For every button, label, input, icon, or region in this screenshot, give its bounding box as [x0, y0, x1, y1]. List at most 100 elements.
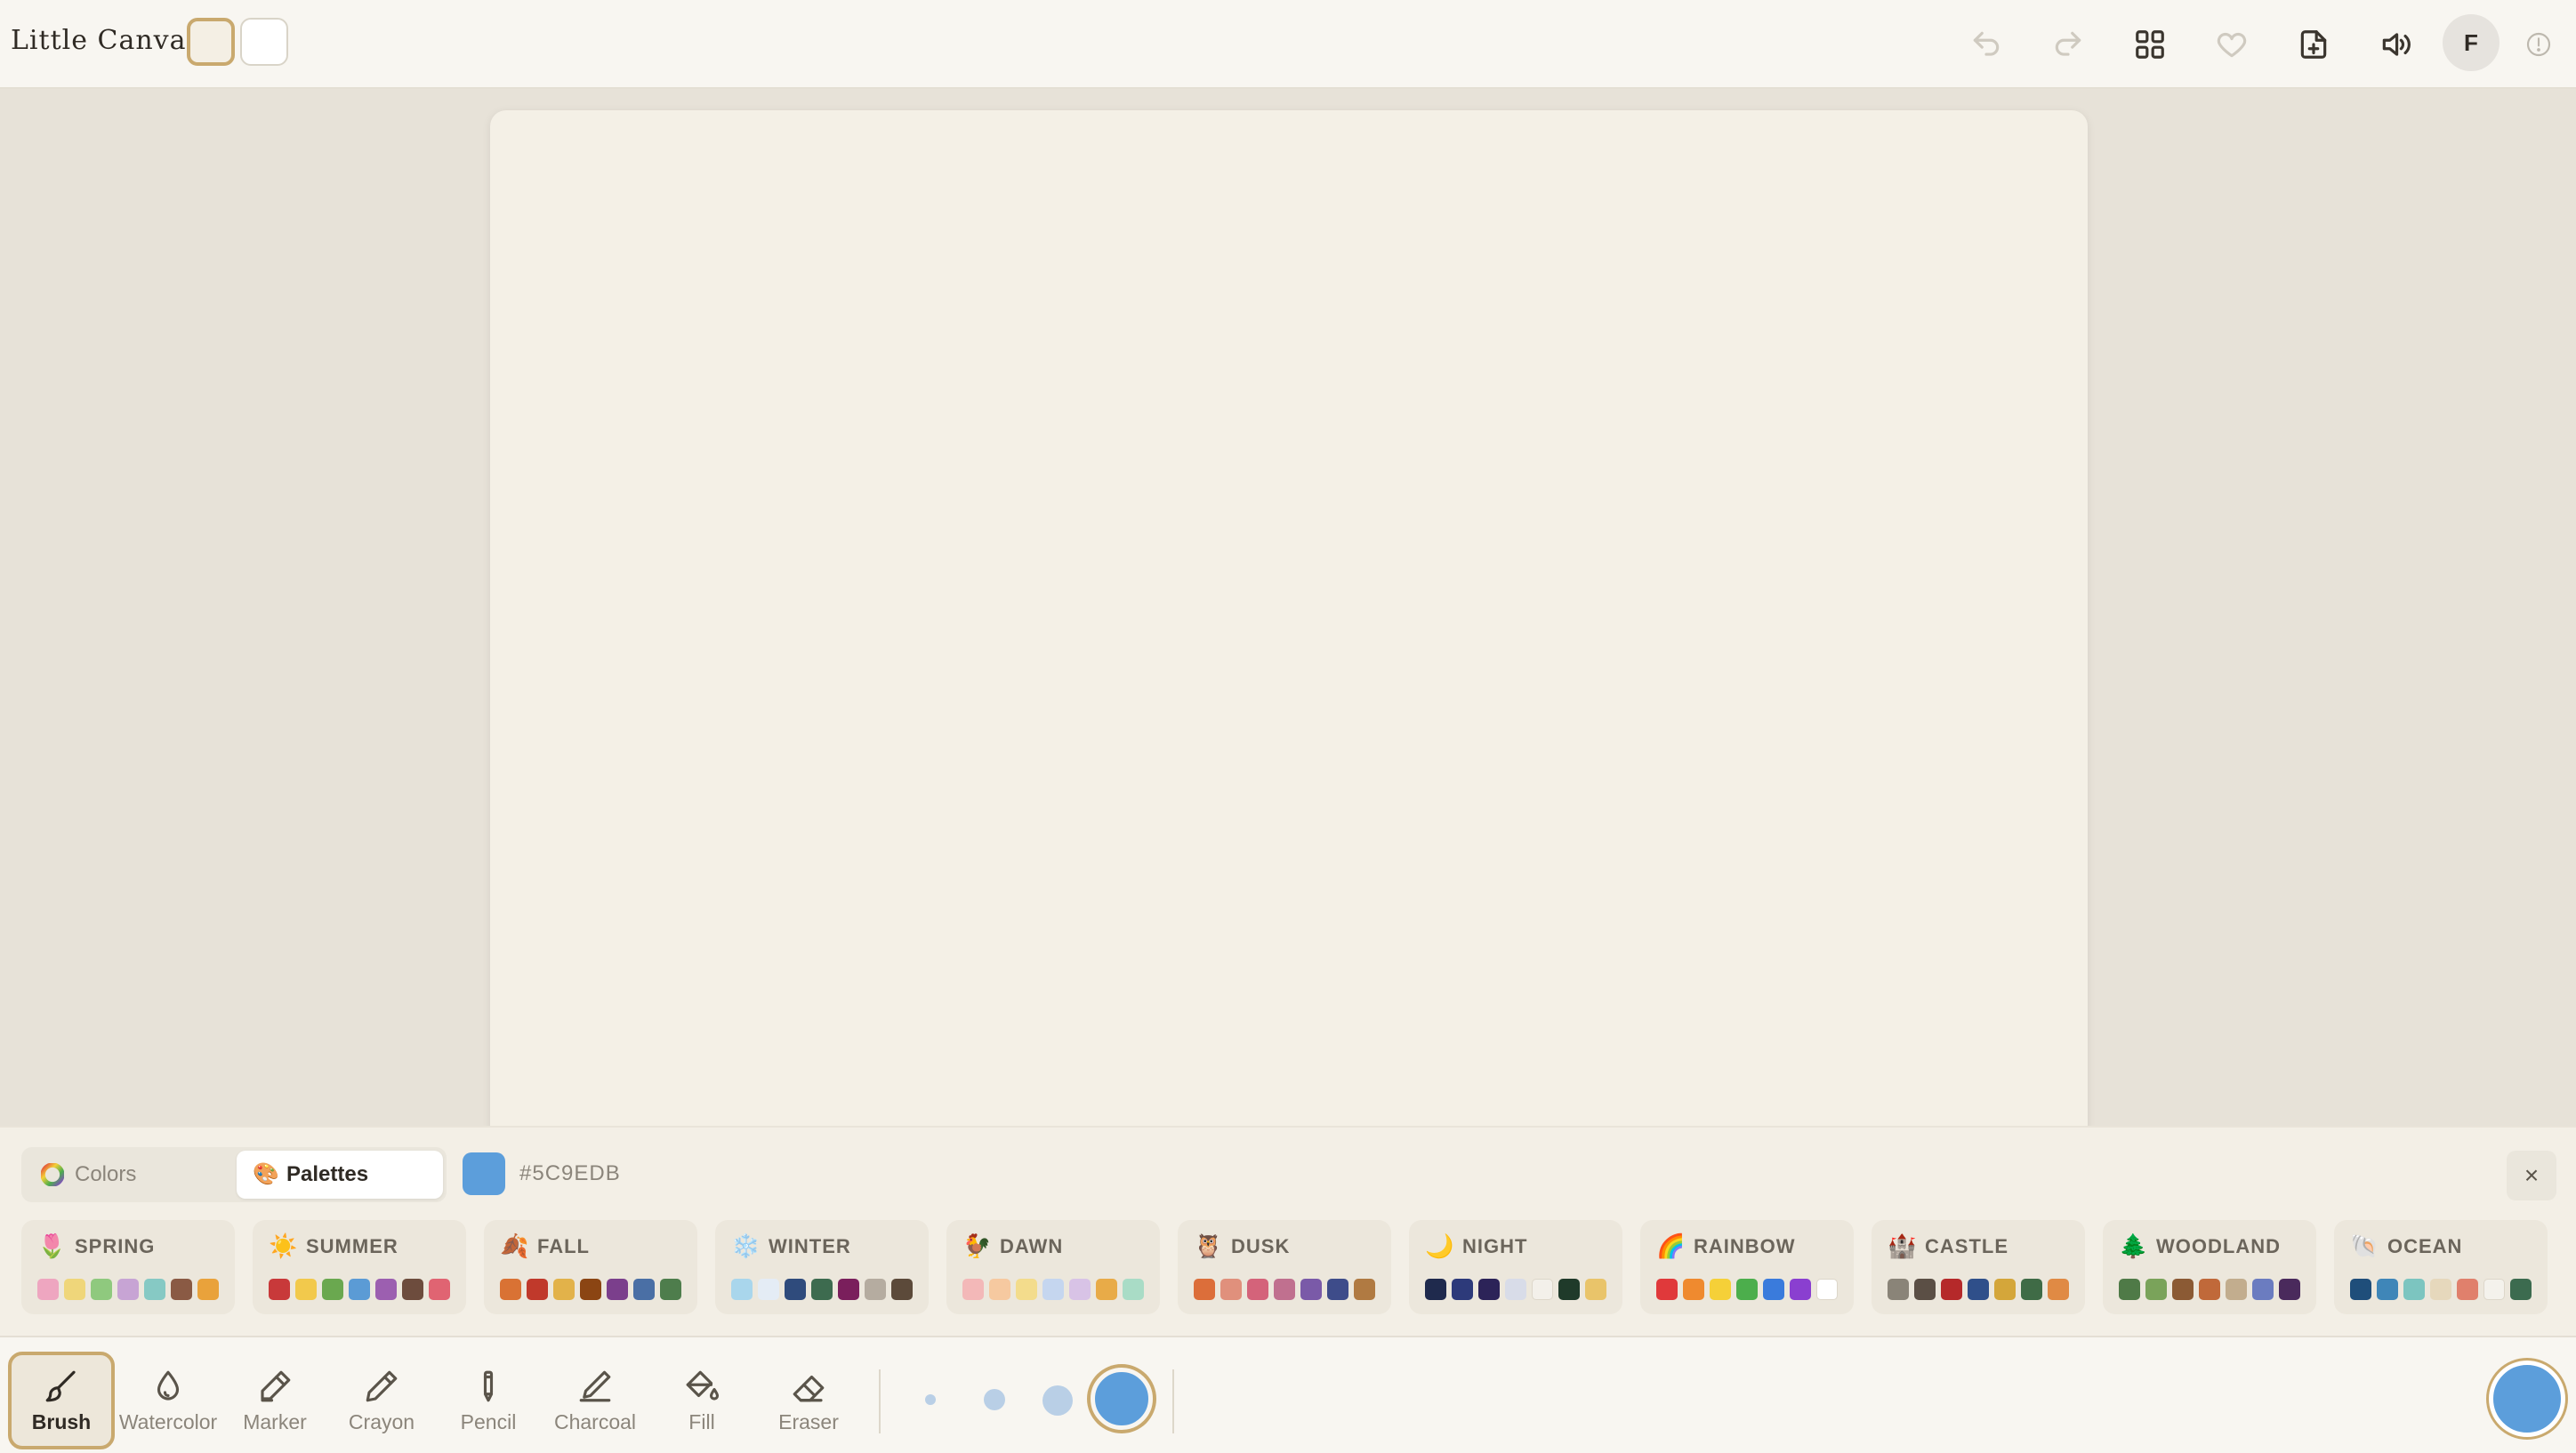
- palette-color-swatch[interactable]: [633, 1279, 655, 1300]
- palette-color-swatch[interactable]: [1425, 1279, 1446, 1300]
- palette-color-swatch[interactable]: [2145, 1279, 2167, 1300]
- palette-color-swatch[interactable]: [527, 1279, 548, 1300]
- palette-color-swatch[interactable]: [500, 1279, 521, 1300]
- palette-color-swatch[interactable]: [660, 1279, 681, 1300]
- tool-pencil[interactable]: Pencil: [435, 1352, 542, 1449]
- palette-color-swatch[interactable]: [1683, 1279, 1704, 1300]
- tool-crayon[interactable]: Crayon: [328, 1352, 435, 1449]
- tool-fill[interactable]: Fill: [648, 1352, 755, 1449]
- background-cream-swatch[interactable]: [187, 18, 235, 66]
- palette-color-swatch[interactable]: [402, 1279, 423, 1300]
- palette-color-swatch[interactable]: [2430, 1279, 2451, 1300]
- tool-charcoal[interactable]: Charcoal: [542, 1352, 648, 1449]
- sound-button[interactable]: [2371, 20, 2420, 69]
- palette-color-swatch[interactable]: [1354, 1279, 1375, 1300]
- palette-color-swatch[interactable]: [1763, 1279, 1784, 1300]
- brush-size-large[interactable]: [1042, 1385, 1073, 1416]
- tool-marker[interactable]: Marker: [221, 1352, 328, 1449]
- palette-color-swatch[interactable]: [37, 1279, 59, 1300]
- palette-color-swatch[interactable]: [2172, 1279, 2194, 1300]
- palette-color-swatch[interactable]: [865, 1279, 886, 1300]
- palette-color-swatch[interactable]: [322, 1279, 343, 1300]
- palette-color-swatch[interactable]: [1096, 1279, 1117, 1300]
- palette-color-swatch[interactable]: [1585, 1279, 1606, 1300]
- tool-eraser[interactable]: Eraser: [755, 1352, 862, 1449]
- palette-color-swatch[interactable]: [2226, 1279, 2247, 1300]
- palette-color-swatch[interactable]: [607, 1279, 628, 1300]
- palette-color-swatch[interactable]: [269, 1279, 290, 1300]
- tab-palettes[interactable]: 🎨 Palettes: [237, 1151, 443, 1199]
- palette-color-swatch[interactable]: [375, 1279, 397, 1300]
- info-button[interactable]: [2514, 20, 2564, 69]
- palette-card-dusk[interactable]: 🦉 DUSK: [1178, 1220, 1391, 1314]
- palette-card-night[interactable]: 🌙 NIGHT: [1409, 1220, 1622, 1314]
- palette-color-swatch[interactable]: [758, 1279, 779, 1300]
- palette-color-swatch[interactable]: [1816, 1279, 1838, 1300]
- palette-color-swatch[interactable]: [1274, 1279, 1295, 1300]
- palette-card-fall[interactable]: 🍂 FALL: [484, 1220, 697, 1314]
- palette-color-swatch[interactable]: [144, 1279, 165, 1300]
- palette-card-winter[interactable]: ❄️ WINTER: [715, 1220, 929, 1314]
- palette-color-swatch[interactable]: [785, 1279, 806, 1300]
- active-color-button[interactable]: [2489, 1361, 2565, 1437]
- palette-color-swatch[interactable]: [2048, 1279, 2069, 1300]
- palette-color-swatch[interactable]: [2377, 1279, 2398, 1300]
- tab-colors[interactable]: Colors: [25, 1151, 231, 1199]
- palette-color-swatch[interactable]: [2252, 1279, 2274, 1300]
- new-page-button[interactable]: [2289, 20, 2339, 69]
- palette-color-swatch[interactable]: [1994, 1279, 2016, 1300]
- palette-color-swatch[interactable]: [2350, 1279, 2371, 1300]
- brush-size-medium[interactable]: [984, 1389, 1005, 1410]
- palette-color-swatch[interactable]: [171, 1279, 192, 1300]
- palette-color-swatch[interactable]: [1220, 1279, 1242, 1300]
- palette-color-swatch[interactable]: [1016, 1279, 1037, 1300]
- palette-color-swatch[interactable]: [1247, 1279, 1268, 1300]
- gallery-button[interactable]: [2125, 20, 2175, 69]
- palette-color-swatch[interactable]: [891, 1279, 913, 1300]
- redo-button[interactable]: [2043, 20, 2093, 69]
- palette-card-spring[interactable]: 🌷 SPRING: [21, 1220, 235, 1314]
- palette-color-swatch[interactable]: [553, 1279, 575, 1300]
- palette-color-swatch[interactable]: [1532, 1279, 1553, 1300]
- palette-color-swatch[interactable]: [2199, 1279, 2220, 1300]
- palette-color-swatch[interactable]: [2457, 1279, 2478, 1300]
- palette-color-swatch[interactable]: [1710, 1279, 1731, 1300]
- palette-color-swatch[interactable]: [1478, 1279, 1500, 1300]
- palette-color-swatch[interactable]: [1123, 1279, 1144, 1300]
- palette-color-swatch[interactable]: [1941, 1279, 1962, 1300]
- palette-color-swatch[interactable]: [91, 1279, 112, 1300]
- palette-color-swatch[interactable]: [295, 1279, 317, 1300]
- palette-color-swatch[interactable]: [1656, 1279, 1678, 1300]
- palette-color-swatch[interactable]: [1452, 1279, 1473, 1300]
- palette-color-swatch[interactable]: [1069, 1279, 1091, 1300]
- palette-color-swatch[interactable]: [349, 1279, 370, 1300]
- palette-card-woodland[interactable]: 🌲 WOODLAND: [2103, 1220, 2316, 1314]
- palette-color-swatch[interactable]: [1736, 1279, 1758, 1300]
- palette-card-summer[interactable]: ☀️ SUMMER: [253, 1220, 466, 1314]
- palette-color-swatch[interactable]: [962, 1279, 984, 1300]
- palette-color-swatch[interactable]: [811, 1279, 833, 1300]
- avatar[interactable]: F: [2443, 14, 2500, 71]
- palette-color-swatch[interactable]: [2021, 1279, 2042, 1300]
- brush-size-small[interactable]: [925, 1394, 936, 1405]
- palette-color-swatch[interactable]: [1968, 1279, 1989, 1300]
- palette-card-rainbow[interactable]: 🌈 RAINBOW: [1640, 1220, 1854, 1314]
- palette-color-swatch[interactable]: [429, 1279, 450, 1300]
- palette-color-swatch[interactable]: [2483, 1279, 2505, 1300]
- palette-color-swatch[interactable]: [2279, 1279, 2300, 1300]
- palette-color-swatch[interactable]: [731, 1279, 753, 1300]
- palette-color-swatch[interactable]: [64, 1279, 85, 1300]
- undo-button[interactable]: [1961, 20, 2011, 69]
- palette-color-swatch[interactable]: [1558, 1279, 1580, 1300]
- palette-color-swatch[interactable]: [989, 1279, 1010, 1300]
- background-white-swatch[interactable]: [240, 18, 288, 66]
- palette-color-swatch[interactable]: [580, 1279, 601, 1300]
- palette-card-dawn[interactable]: 🐓 DAWN: [946, 1220, 1160, 1314]
- palette-color-swatch[interactable]: [1914, 1279, 1936, 1300]
- brush-size-extra-large[interactable]: [1091, 1368, 1153, 1430]
- palette-color-swatch[interactable]: [2119, 1279, 2140, 1300]
- close-panel-button[interactable]: ×: [2507, 1151, 2556, 1200]
- palette-color-swatch[interactable]: [117, 1279, 139, 1300]
- favorite-button[interactable]: [2207, 20, 2257, 69]
- palette-color-swatch[interactable]: [1300, 1279, 1322, 1300]
